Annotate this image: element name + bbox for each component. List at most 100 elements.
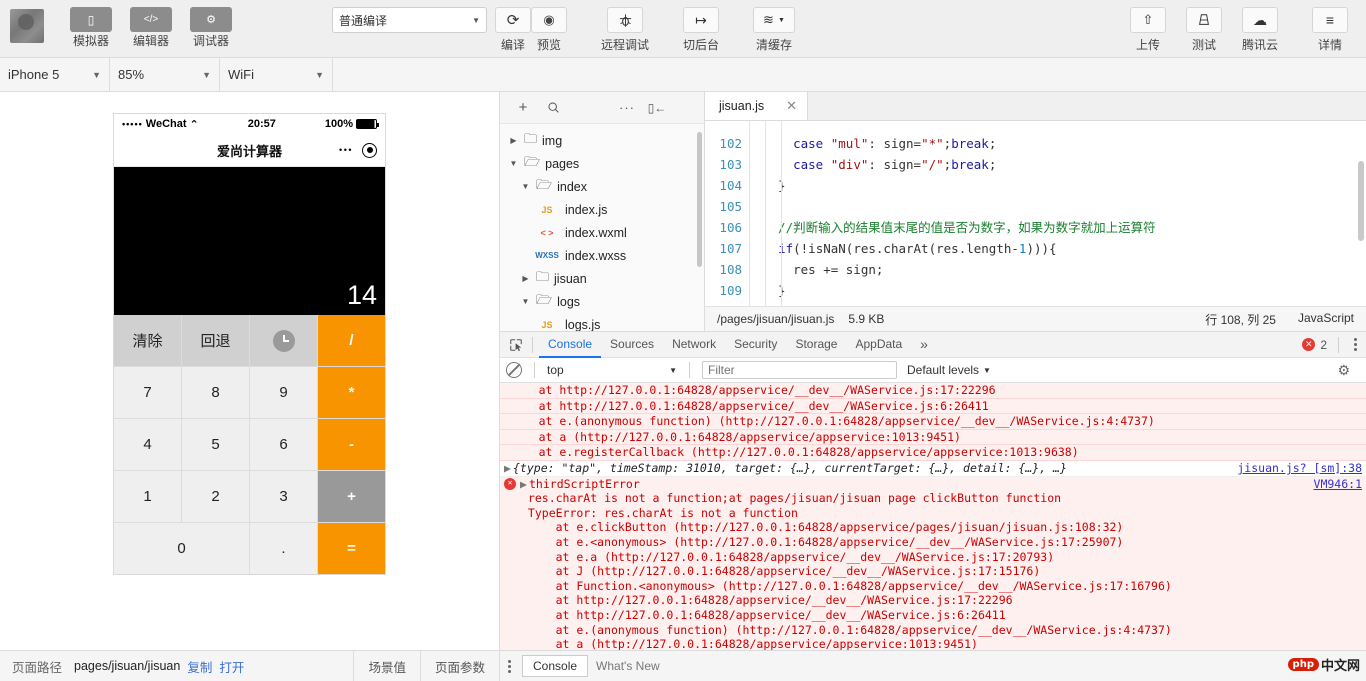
test-button[interactable]: 测试 — [1185, 7, 1222, 53]
key-dot[interactable]: . — [250, 523, 317, 574]
editor-tab-jisuan-js[interactable]: jisuan.js ✕ — [705, 92, 809, 120]
remote-debug-button[interactable]: 远程调试 — [601, 7, 649, 53]
more-tabs-icon[interactable]: » — [911, 332, 937, 358]
log-row[interactable]: at e.a (http://127.0.0.1:64828/appservic… — [500, 549, 1366, 565]
tab-storage[interactable]: Storage — [786, 332, 846, 358]
tab-security[interactable]: Security — [725, 332, 786, 358]
key-multiply[interactable]: * — [318, 367, 385, 418]
tab-sources[interactable]: Sources — [601, 332, 663, 358]
log-row[interactable]: res.charAt is not a function;at pages/ji… — [500, 491, 1366, 506]
clear-cache-button[interactable]: ≋ ▼ 清缓存 — [753, 7, 795, 53]
key-3[interactable]: 3 — [250, 471, 317, 522]
drawer-tab-whats-new[interactable]: What's New — [588, 656, 668, 676]
close-icon[interactable]: ✕ — [786, 98, 797, 114]
log-row[interactable]: at e.<anonymous> (http://127.0.0.1:64828… — [500, 534, 1366, 550]
details-button[interactable]: ≡ 详情 — [1312, 7, 1348, 53]
compile-button[interactable]: ⟳ 编译 — [495, 7, 531, 53]
devtools-menu-icon[interactable] — [1354, 338, 1357, 351]
tree-node-logs[interactable]: ▼ 🗁 logs — [500, 290, 704, 313]
tree-node-index-wxml[interactable]: < > index.wxml — [500, 221, 704, 244]
log-row[interactable]: at e.(anonymous function) (http://127.0.… — [500, 622, 1366, 638]
filter-input[interactable] — [702, 361, 897, 379]
expand-triangle-icon[interactable]: ▶ — [504, 461, 513, 476]
log-row[interactable]: at e.clickButton (http://127.0.0.1:64828… — [500, 520, 1366, 535]
key-7[interactable]: 7 — [114, 367, 181, 418]
tree-node-img[interactable]: ▶ 🗀 img — [500, 129, 704, 152]
preview-button[interactable]: ◉ 预览 — [531, 7, 567, 53]
drawer-tab-console[interactable]: Console — [522, 655, 589, 677]
key-backspace[interactable]: 回退 — [182, 315, 249, 366]
search-icon[interactable] — [538, 101, 568, 114]
avatar[interactable] — [10, 9, 44, 43]
key-history[interactable] — [250, 315, 317, 366]
log-row[interactable]: at e.(anonymous function) (http://127.0.… — [500, 414, 1366, 430]
log-row[interactable]: at http://127.0.0.1:64828/appservice/__d… — [500, 607, 1366, 623]
key-8[interactable]: 8 — [182, 367, 249, 418]
zoom-select[interactable]: 85% ▼ — [110, 58, 220, 91]
scene-value-button[interactable]: 场景值 — [353, 651, 420, 681]
tab-console[interactable]: Console — [539, 332, 602, 358]
key-minus[interactable]: - — [318, 419, 385, 470]
key-clear[interactable]: 清除 — [114, 315, 181, 366]
log-row[interactable]: at a (http://127.0.0.1:64828/appservice/… — [500, 637, 1366, 650]
copy-link[interactable]: 复制 — [187, 657, 212, 676]
network-select[interactable]: WiFi ▼ — [220, 58, 333, 91]
key-5[interactable]: 5 — [182, 419, 249, 470]
key-0[interactable]: 0 — [114, 523, 249, 574]
code-lines[interactable]: case "mul": sign="*";break; case "div": … — [749, 121, 1366, 306]
mode-button-editor[interactable]: </> 编辑器 — [126, 7, 176, 48]
log-row-object[interactable]: ▶ {type: "tap", timeStamp: 31010, target… — [500, 460, 1366, 477]
log-row[interactable]: at http://127.0.0.1:64828/appservice/__d… — [500, 398, 1366, 415]
log-source-link[interactable]: jisuan.js? [sm]:38 — [1229, 461, 1362, 476]
key-equals[interactable]: = — [318, 523, 385, 574]
key-4[interactable]: 4 — [114, 419, 181, 470]
log-row-error-head[interactable]: ✕ ▶ thirdScriptError VM946:1 — [500, 476, 1366, 492]
tencent-cloud-button[interactable]: ☁ 腾讯云 — [1241, 7, 1278, 53]
log-row[interactable]: TypeError: res.charAt is not a function — [500, 505, 1366, 521]
key-2[interactable]: 2 — [182, 471, 249, 522]
error-count[interactable]: ✕ 2 — [1302, 336, 1360, 353]
key-9[interactable]: 9 — [250, 367, 317, 418]
tree-node-jisuan[interactable]: ▶ 🗀 jisuan — [500, 267, 704, 290]
tab-network[interactable]: Network — [663, 332, 725, 358]
expand-triangle-icon[interactable]: ▶ — [520, 477, 529, 492]
log-row[interactable]: at http://127.0.0.1:64828/appservice/__d… — [500, 593, 1366, 608]
context-select[interactable]: top ▼ — [547, 363, 677, 377]
tree-node-index-js[interactable]: JS index.js — [500, 198, 704, 221]
key-1[interactable]: 1 — [114, 471, 181, 522]
more-capsule-icon[interactable]: ••• — [339, 145, 353, 155]
upload-button[interactable]: ⇧ 上传 — [1129, 7, 1166, 53]
log-row[interactable]: at a (http://127.0.0.1:64828/appservice/… — [500, 429, 1366, 446]
drawer-menu-icon[interactable] — [508, 659, 511, 673]
file-tree-scrollbar[interactable] — [697, 132, 702, 267]
tree-node-pages[interactable]: ▼ 🗁 pages — [500, 152, 704, 175]
page-params-button[interactable]: 页面参数 — [419, 651, 499, 681]
editor-language[interactable]: JavaScript — [1298, 311, 1354, 328]
tree-node-logs-js[interactable]: JS logs.js — [500, 313, 704, 332]
tree-node-index[interactable]: ▼ 🗁 index — [500, 175, 704, 198]
close-capsule-icon[interactable] — [362, 142, 377, 158]
key-divide[interactable]: / — [318, 315, 385, 366]
log-levels-select[interactable]: Default levels ▼ — [907, 363, 991, 377]
log-row[interactable]: at http://127.0.0.1:64828/appservice/__d… — [500, 383, 1366, 399]
key-plus[interactable]: + — [318, 471, 385, 522]
inspect-element-icon[interactable] — [506, 335, 526, 355]
mode-button-simulator[interactable]: ▯ 模拟器 — [66, 7, 116, 48]
mode-button-debugger[interactable]: ⚙ 调试器 — [186, 7, 236, 48]
log-row[interactable]: at e.registerCallback (http://127.0.0.1:… — [500, 445, 1366, 461]
open-link[interactable]: 打开 — [219, 657, 244, 676]
console-log-list[interactable]: at http://127.0.0.1:64828/appservice/__d… — [500, 383, 1366, 650]
background-button[interactable]: ↦ 切后台 — [683, 7, 719, 53]
tree-node-index-wxss[interactable]: WXSS index.wxss — [500, 244, 704, 267]
key-6[interactable]: 6 — [250, 419, 317, 470]
log-row[interactable]: at Function.<anonymous> (http://127.0.0.… — [500, 578, 1366, 594]
editor-scrollbar[interactable] — [1358, 161, 1364, 241]
clear-console-icon[interactable] — [506, 362, 522, 378]
device-select[interactable]: iPhone 5 ▼ — [0, 58, 110, 91]
add-icon[interactable]: + — [508, 99, 538, 116]
tab-appdata[interactable]: AppData — [846, 332, 911, 358]
log-row[interactable]: at J (http://127.0.0.1:64828/appservice/… — [500, 564, 1366, 579]
more-icon[interactable]: ··· — [612, 100, 642, 115]
gear-icon[interactable]: ⚙ — [1337, 362, 1350, 379]
code-area[interactable]: 102 103 104 105 106 107 108 109 110 111 — [705, 121, 1366, 306]
